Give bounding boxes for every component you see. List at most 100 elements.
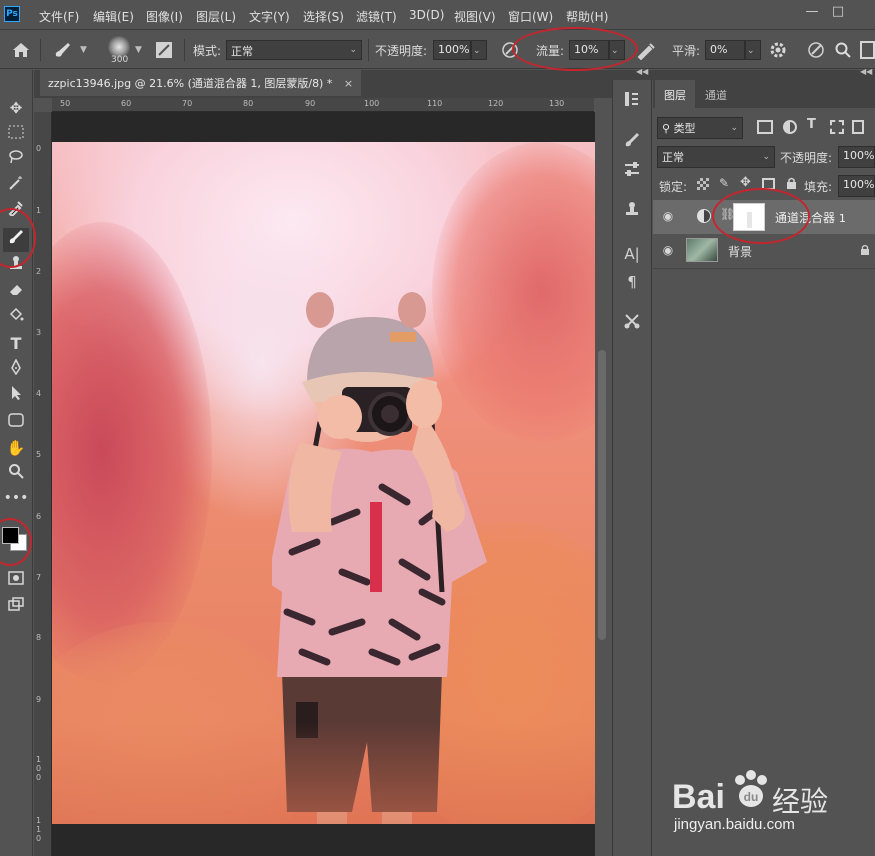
fill-input[interactable]: 100% (838, 175, 875, 197)
opacity-dropdown-button[interactable]: ⌄ (471, 40, 487, 60)
brush-preset-icon[interactable] (52, 40, 74, 60)
menu-window[interactable]: 窗口(W) (508, 8, 553, 25)
layer-filter-select[interactable]: ⚲ 类型 ⌄ (657, 117, 743, 139)
document-tab[interactable]: zzpic13946.jpg @ 21.6% (通道混合器 1, 图层蒙版/8)… (40, 70, 362, 96)
layer-opacity-input[interactable]: 100% (838, 146, 875, 168)
ruler-label: 7 (36, 573, 42, 582)
search-icon: ⚲ (662, 122, 674, 135)
mode-label: 模式: (193, 44, 222, 58)
ruler-label: 8 (36, 633, 42, 642)
ruler-label: 2 (36, 267, 42, 276)
lasso-icon[interactable] (3, 148, 29, 172)
menu-view[interactable]: 视图(V) (454, 8, 496, 25)
bucket-icon[interactable] (3, 306, 29, 330)
collapse-icon[interactable]: ◀◀ (636, 67, 648, 76)
ruler-label: 60 (121, 99, 132, 108)
pen-icon[interactable] (3, 358, 29, 382)
mode-select[interactable]: 正常 ⌄ (226, 40, 362, 60)
menu-3d[interactable]: 3D(D) (409, 8, 444, 22)
menu-select[interactable]: 选择(S) (303, 8, 344, 25)
filter-shape-icon[interactable] (830, 120, 844, 134)
lock-pixels-icon[interactable]: ✎ (719, 176, 729, 190)
menu-image[interactable]: 图像(I) (146, 8, 183, 25)
watermark-suffix: 经验 (772, 785, 829, 818)
eraser-icon[interactable] (3, 280, 29, 304)
paragraph-icon[interactable]: ¶ (618, 270, 646, 294)
type-icon[interactable]: T (3, 332, 29, 356)
menu-filter[interactable]: 滤镜(T) (356, 8, 397, 25)
home-icon[interactable] (10, 39, 32, 61)
history-icon[interactable] (618, 90, 646, 114)
filter-pixel-icon[interactable] (757, 120, 773, 134)
eye-icon[interactable]: ◉ (661, 243, 675, 257)
marquee-icon[interactable] (3, 122, 29, 146)
ruler-label: 9 (36, 695, 42, 704)
foliage-blur (52, 222, 212, 682)
screen-mode-icon[interactable] (3, 594, 29, 618)
workspace-icon[interactable] (860, 41, 875, 59)
filter-smart-object-icon[interactable] (852, 120, 864, 134)
eye-icon[interactable]: ◉ (661, 209, 675, 223)
restore-button[interactable]: □ (826, 2, 850, 22)
path-select-icon[interactable] (3, 384, 29, 408)
brush-settings-panel-icon[interactable] (618, 130, 646, 154)
canvas-area[interactable] (52, 112, 595, 856)
lock-all-icon[interactable] (786, 177, 797, 189)
ruler-label: 110 (427, 99, 443, 108)
tab-layers[interactable]: 图层 (655, 80, 695, 108)
lock-transparent-icon[interactable] (697, 178, 709, 190)
paw-icon: du (730, 768, 772, 810)
minimize-button[interactable]: — (800, 2, 824, 22)
watermark-brand: Bai (672, 778, 725, 816)
magic-wand-icon[interactable] (3, 174, 29, 198)
brush-settings-icon[interactable] (154, 40, 174, 60)
tool-presets-icon[interactable] (618, 312, 646, 336)
menu-bar: Ps 文件(F) 编辑(E) 图像(I) 图层(L) 文字(Y) 选择(S) 滤… (0, 0, 875, 30)
move-icon[interactable]: ✥ (3, 96, 29, 120)
panel-dock-header: ◀◀ ◀◀ (612, 67, 875, 80)
rectangle-icon[interactable] (3, 410, 29, 434)
smoothing-dropdown-button[interactable]: ⌄ (745, 40, 761, 60)
fill-label: 填充: (804, 180, 833, 194)
close-icon[interactable]: × (344, 77, 353, 90)
filter-type-icon[interactable]: T (807, 117, 816, 132)
brush-preset-dropdown-icon[interactable]: ▼ (80, 45, 87, 55)
blend-mode-select[interactable]: 正常 ⌄ (657, 146, 775, 168)
chevron-down-icon: ⌄ (730, 123, 738, 133)
menu-help[interactable]: 帮助(H) (566, 8, 608, 25)
pressure-size-icon[interactable] (806, 40, 826, 60)
document-tab-title: zzpic13946.jpg @ 21.6% (通道混合器 1, 图层蒙版/8)… (48, 77, 333, 90)
lock-icon (860, 244, 870, 255)
ruler-label: 1 0 0 (36, 755, 42, 782)
brush-size-dropdown-icon[interactable]: ▼ (135, 45, 142, 55)
clone-source-icon[interactable] (618, 200, 646, 224)
more-icon[interactable]: ••• (3, 486, 29, 510)
menu-layer[interactable]: 图层(L) (196, 8, 236, 25)
scrollbar-thumb[interactable] (598, 350, 606, 640)
document-tab-bar: zzpic13946.jpg @ 21.6% (通道混合器 1, 图层蒙版/8)… (34, 70, 612, 98)
annotation-circle (512, 27, 638, 71)
adjustments-icon[interactable] (618, 160, 646, 184)
airbrush-icon[interactable] (636, 40, 658, 61)
lock-label: 锁定: (659, 180, 688, 194)
layer-thumbnail (686, 238, 718, 262)
gear-icon[interactable] (768, 40, 788, 60)
menu-edit[interactable]: 编辑(E) (93, 8, 134, 25)
opacity-input[interactable]: 100% (433, 40, 471, 60)
mode-value: 正常 (231, 45, 253, 58)
quick-mask-icon[interactable] (3, 568, 29, 592)
smoothing-input[interactable]: 0% (705, 40, 745, 60)
menu-file[interactable]: 文件(F) (39, 8, 79, 25)
zoom-icon[interactable] (3, 462, 29, 486)
hand-icon[interactable]: ✋ (3, 436, 29, 460)
character-icon[interactable]: A| (618, 242, 646, 266)
menu-type[interactable]: 文字(Y) (249, 8, 290, 25)
watermark-url: jingyan.baidu.com (674, 816, 795, 833)
layer-name[interactable]: 背景 (728, 243, 752, 260)
ruler-label: 50 (60, 99, 71, 108)
expand-icon[interactable]: ◀◀ (860, 67, 872, 76)
search-icon[interactable] (834, 40, 852, 60)
document-image[interactable] (52, 142, 595, 824)
filter-adjustment-icon[interactable] (783, 120, 797, 134)
tab-channels[interactable]: 通道 (696, 80, 736, 108)
